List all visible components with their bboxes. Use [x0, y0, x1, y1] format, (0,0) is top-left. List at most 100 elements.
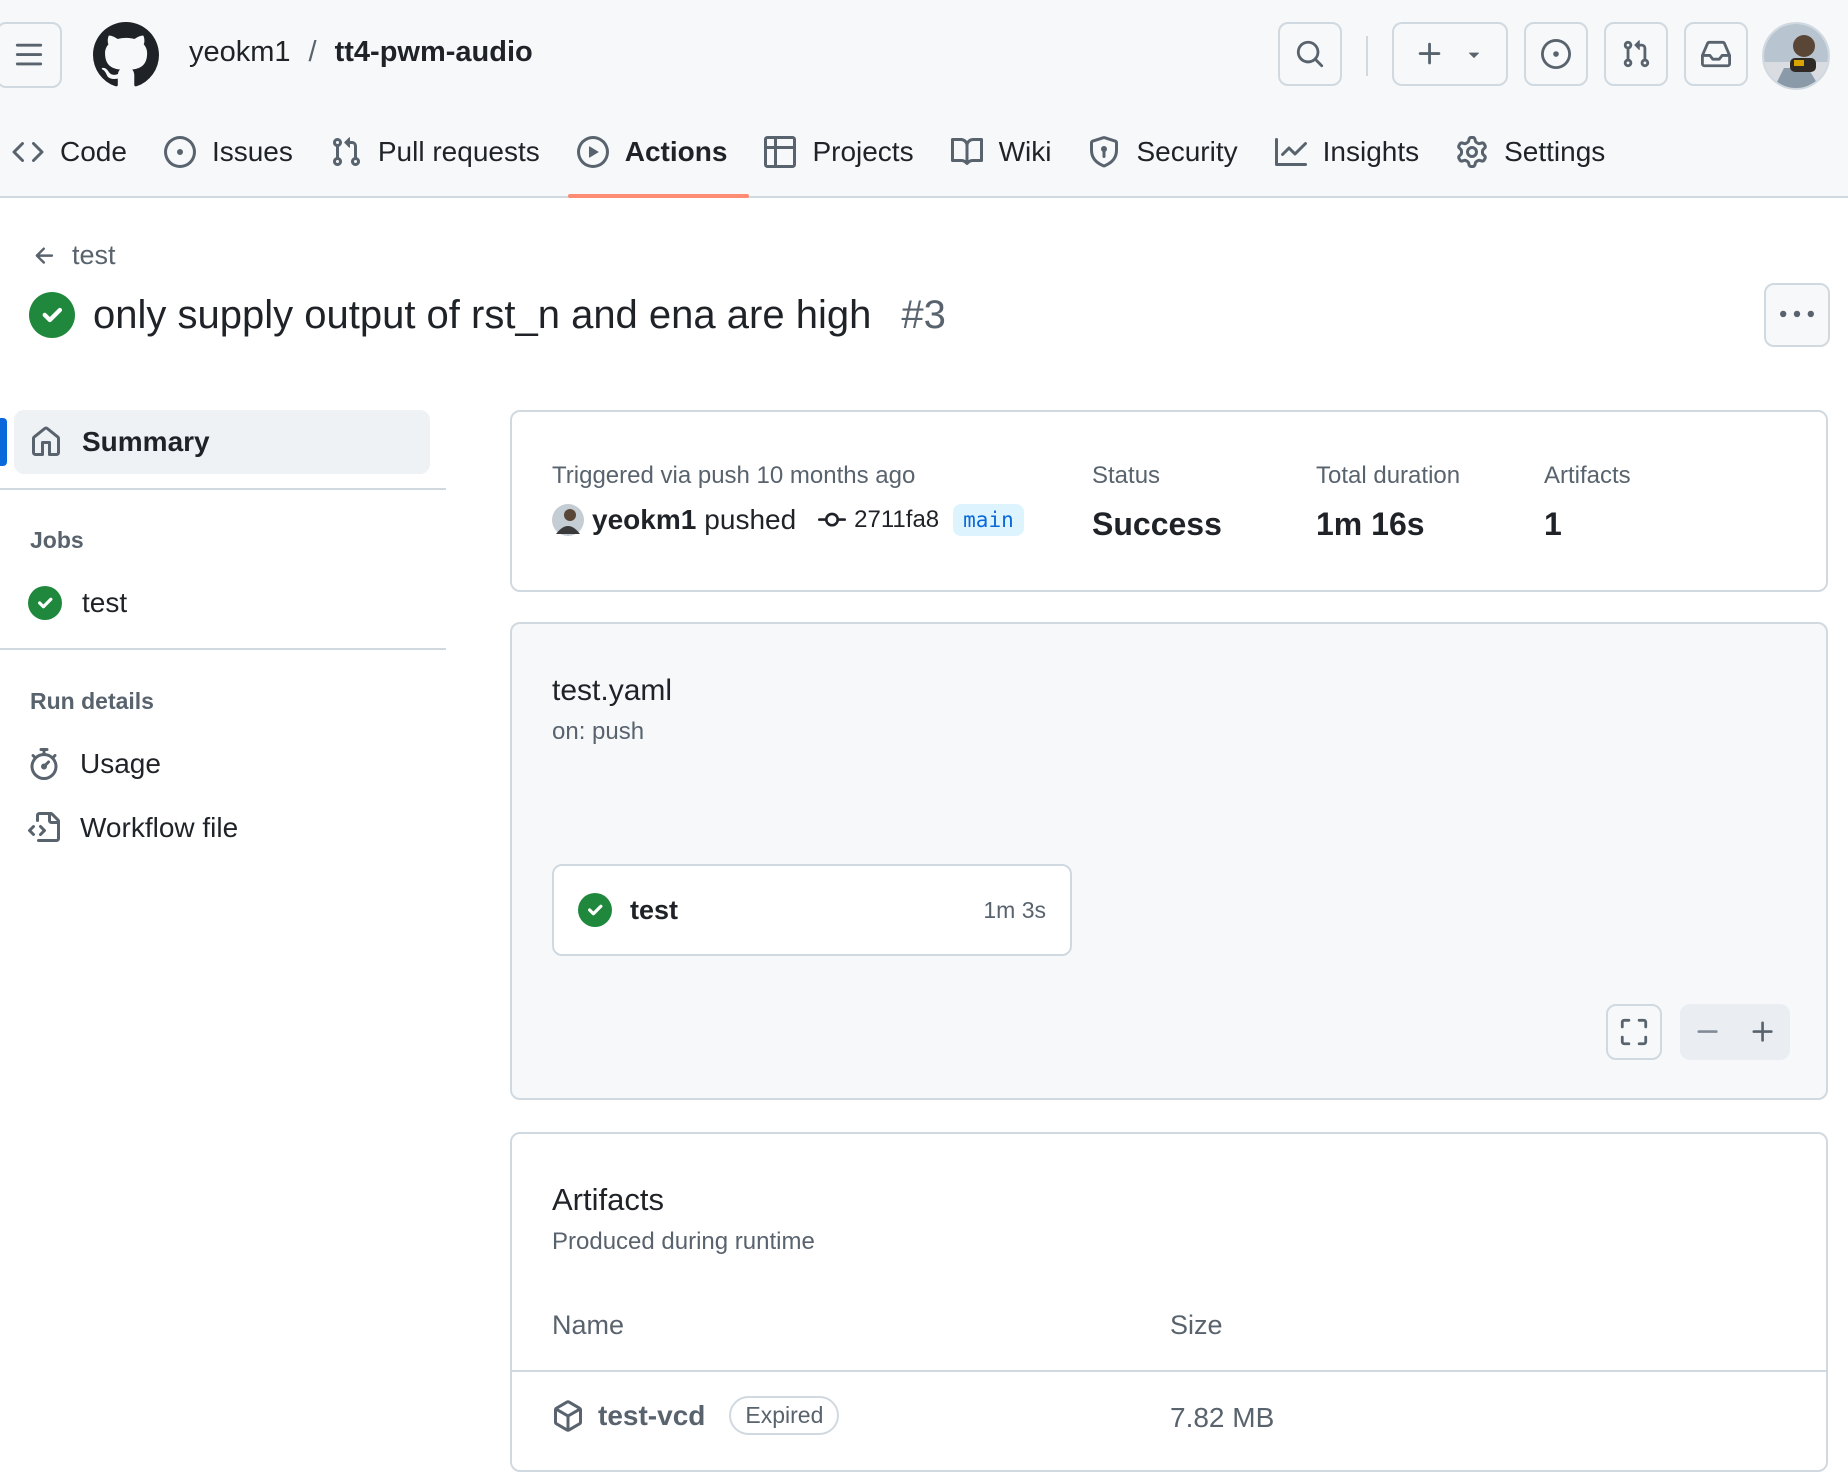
- search-icon: [1296, 40, 1324, 68]
- tab-label: Wiki: [998, 136, 1052, 167]
- job-name: test: [630, 894, 679, 925]
- tab-label: Settings: [1504, 136, 1606, 167]
- screen-full-icon: [1620, 1018, 1648, 1046]
- sidebar-heading-run-details: Run details: [30, 688, 154, 714]
- workflow-trigger: on: push: [552, 718, 645, 745]
- artifact-row: test-vcd Expired: [552, 1396, 840, 1435]
- your-issues-button[interactable]: [1524, 22, 1588, 86]
- home-icon: [32, 426, 60, 456]
- hamburger-icon: [15, 43, 43, 66]
- kebab-horizontal-icon: [1780, 310, 1814, 318]
- sidebar-item-summary[interactable]: Summary: [14, 410, 430, 474]
- issue-icon: [163, 136, 196, 168]
- sidebar-item-job-test[interactable]: test: [28, 586, 127, 620]
- table-icon: [764, 136, 797, 168]
- repo-name-link[interactable]: tt4-pwm-audio: [335, 36, 533, 69]
- trigger-info: Triggered via push 10 months ago: [552, 462, 916, 489]
- user-avatar[interactable]: [1762, 22, 1830, 90]
- graph-icon: [1274, 138, 1307, 166]
- plus-icon: [1418, 42, 1441, 65]
- tab-pull-requests[interactable]: Pull requests: [318, 124, 565, 180]
- tab-settings[interactable]: Settings: [1444, 124, 1630, 180]
- your-pull-requests-button[interactable]: [1604, 22, 1668, 86]
- column-header-name: Name: [552, 1310, 625, 1340]
- tab-label: Code: [60, 136, 127, 167]
- fullscreen-button[interactable]: [1606, 1004, 1662, 1060]
- duration-label: Total duration: [1316, 462, 1461, 489]
- tab-label: Insights: [1322, 136, 1420, 167]
- artifacts-card: Artifacts Produced during runtime Name S…: [510, 1132, 1828, 1472]
- branch-label[interactable]: main: [953, 504, 1024, 536]
- status-badge: Expired: [729, 1396, 840, 1435]
- run-number: #3: [901, 292, 946, 337]
- code-icon: [12, 141, 44, 163]
- table-divider: [512, 1370, 1826, 1372]
- back-label: test: [72, 240, 116, 270]
- column-header-size: Size: [1170, 1310, 1223, 1340]
- header-divider: [1366, 36, 1368, 76]
- tab-code[interactable]: Code: [0, 124, 152, 180]
- repo-breadcrumb: yeokm1 / tt4-pwm-audio: [189, 36, 533, 69]
- breadcrumb-separator: /: [308, 36, 317, 68]
- artifacts-subtitle: Produced during runtime: [552, 1228, 815, 1255]
- book-icon: [950, 137, 983, 165]
- commit-link[interactable]: 2711fa8: [818, 506, 939, 534]
- artifact-size: 7.82 MB: [1170, 1402, 1275, 1433]
- status-value: Success: [1092, 506, 1222, 542]
- package-icon: [554, 1399, 582, 1432]
- sidebar-item-label: Summary: [82, 426, 210, 457]
- tab-projects[interactable]: Projects: [752, 124, 938, 180]
- gear-icon: [1457, 136, 1487, 168]
- check-circle-fill-icon: [578, 893, 612, 927]
- repo-owner-link[interactable]: yeokm1: [189, 36, 291, 69]
- tab-issues[interactable]: Issues: [152, 124, 318, 180]
- tab-label: Pull requests: [377, 136, 540, 167]
- artifacts-count-value[interactable]: 1: [1544, 506, 1562, 543]
- create-new-button[interactable]: [1392, 22, 1508, 86]
- tab-wiki[interactable]: Wiki: [939, 124, 1077, 180]
- stopwatch-icon: [30, 748, 58, 780]
- pusher-username[interactable]: yeokm1: [592, 504, 696, 536]
- duration-value: 1m 16s: [1316, 506, 1425, 542]
- status-label: Status: [1092, 462, 1161, 489]
- hamburger-menu-button[interactable]: [0, 22, 62, 88]
- artifact-name: test-vcd: [598, 1399, 706, 1431]
- sidebar-item-usage[interactable]: Usage: [28, 748, 161, 780]
- job-node-test[interactable]: test 1m 3s: [552, 864, 1072, 956]
- artifacts-title: Artifacts: [552, 1182, 664, 1217]
- more-options-button[interactable]: [1764, 283, 1830, 347]
- tab-actions[interactable]: Actions: [565, 124, 753, 198]
- issue-icon: [1541, 39, 1571, 69]
- zoom-out-icon[interactable]: [1694, 1018, 1722, 1046]
- shield-icon: [1090, 136, 1119, 168]
- repo-tabs: Code Issues Pull requests Actions Projec…: [0, 124, 1630, 198]
- file-code-icon: [28, 812, 60, 842]
- inbox-icon: [1701, 40, 1731, 68]
- push-action: pushed: [704, 504, 797, 535]
- zoom-controls: [1680, 1004, 1790, 1060]
- notifications-button[interactable]: [1684, 22, 1748, 86]
- sidebar-divider: [0, 488, 446, 490]
- check-circle-fill-icon: [29, 292, 75, 338]
- sidebar-item-workflow-file[interactable]: Workflow file: [28, 812, 238, 844]
- job-duration: 1m 3s: [983, 896, 1046, 923]
- git-commit-icon: [818, 512, 847, 527]
- back-to-workflow-link[interactable]: test: [32, 240, 116, 271]
- avatar[interactable]: [552, 504, 584, 536]
- arrow-left-icon: [35, 246, 54, 264]
- triangle-down-icon: [1468, 52, 1480, 58]
- search-button[interactable]: [1278, 22, 1342, 86]
- tab-label: Actions: [624, 136, 728, 167]
- active-indicator: [0, 418, 7, 466]
- workflow-file-name: test.yaml: [552, 674, 673, 707]
- tab-label: Security: [1136, 136, 1238, 167]
- repo-header: yeokm1 / tt4-pwm-audio Code Issues Pull …: [0, 0, 1848, 198]
- tab-label: Projects: [812, 136, 914, 167]
- run-summary-card: Triggered via push 10 months ago yeokm1 …: [510, 410, 1828, 592]
- check-circle-fill-icon: [28, 586, 62, 620]
- tab-security[interactable]: Security: [1076, 124, 1262, 180]
- zoom-in-icon[interactable]: [1749, 1018, 1777, 1046]
- tab-insights[interactable]: Insights: [1263, 124, 1445, 180]
- github-logo-icon[interactable]: [93, 22, 159, 88]
- workflow-graph-card: test.yaml on: push test 1m 3s: [510, 622, 1828, 1100]
